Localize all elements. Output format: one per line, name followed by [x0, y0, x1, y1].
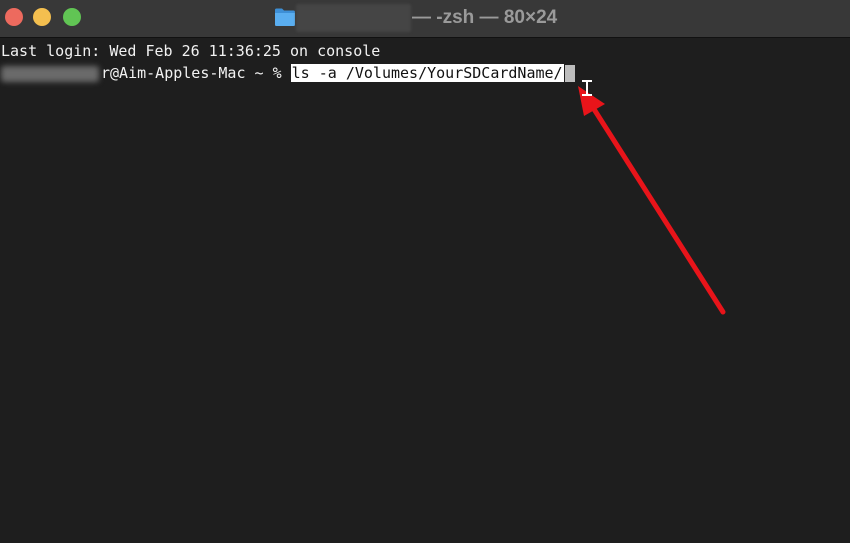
maximize-button[interactable]	[63, 8, 81, 26]
close-button[interactable]	[5, 8, 23, 26]
prompt-line: r@Aim-Apples-Mac ~ % ls -a /Volumes/Your…	[1, 63, 575, 83]
minimize-button[interactable]	[33, 8, 51, 26]
text-cursor	[564, 65, 575, 82]
folder-icon	[275, 8, 295, 26]
title-bar[interactable]: — -zsh — 80×24	[0, 0, 850, 38]
last-login-line: Last login: Wed Feb 26 11:36:25 on conso…	[1, 42, 381, 60]
redacted-username	[1, 65, 99, 82]
terminal-window: — -zsh — 80×24 Last login: Wed Feb 26 11…	[0, 0, 850, 543]
shell-prompt: r@Aim-Apples-Mac ~ %	[101, 64, 291, 82]
redacted-title	[296, 4, 411, 32]
window-title: — -zsh — 80×24	[412, 7, 558, 28]
selected-command[interactable]: ls -a /Volumes/YourSDCardName/	[290, 64, 564, 82]
terminal-content[interactable]: Last login: Wed Feb 26 11:36:25 on conso…	[0, 38, 850, 543]
